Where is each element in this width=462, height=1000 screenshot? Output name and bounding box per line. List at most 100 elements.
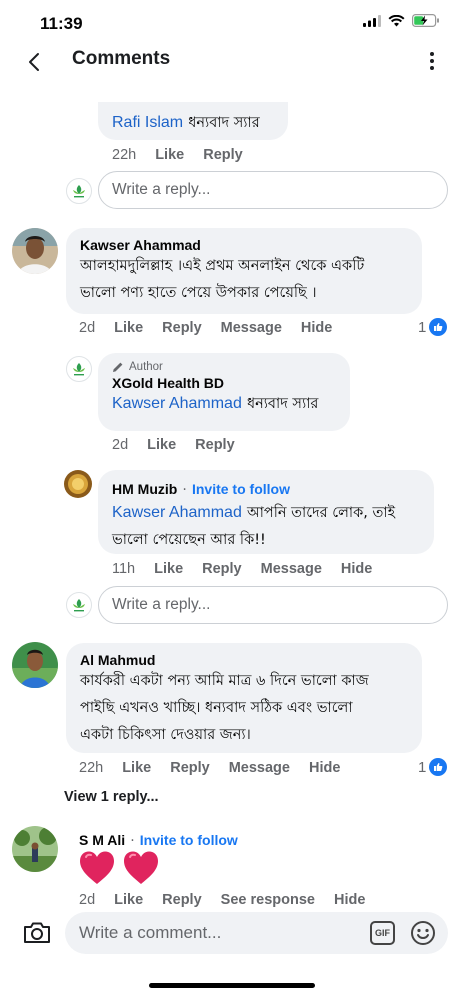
comment-text-line: আলহামদুলিল্লাহ ।এই প্রথম অনলাইন থেকে একট… <box>80 258 365 274</box>
thumbs-up-icon <box>429 318 448 336</box>
xgold-logo-icon <box>73 363 85 376</box>
comment-actions-al-mahmud: 22h Like Reply Message Hide <box>79 760 340 776</box>
comment-text-line: ভালো পণ্য হাতে পেয়ে উপকার পেয়েছি । <box>80 285 317 301</box>
like-button[interactable]: Like <box>147 437 176 453</box>
reply-button[interactable]: Reply <box>162 320 202 336</box>
commenter-header: HM Muzib · Invite to follow <box>112 479 420 498</box>
like-button[interactable]: Like <box>114 892 143 908</box>
heart-emojis <box>78 850 160 886</box>
reply-button[interactable]: Reply <box>203 147 243 163</box>
reply-button[interactable]: Reply <box>170 760 210 776</box>
invite-to-follow-link[interactable]: Invite to follow <box>140 832 238 848</box>
message-button[interactable]: Message <box>221 320 282 336</box>
message-button[interactable]: Message <box>261 561 322 577</box>
hide-button[interactable]: Hide <box>301 320 332 336</box>
separator-dot: · <box>182 482 187 498</box>
reply-button[interactable]: Reply <box>202 561 242 577</box>
comment-actions-kawser: 2d Like Reply Message Hide <box>79 320 332 336</box>
battery-charging-icon <box>412 14 439 27</box>
status-icons <box>363 14 440 27</box>
like-button[interactable]: Like <box>154 561 183 577</box>
message-button[interactable]: Message <box>229 760 290 776</box>
separator-dot: · <box>130 833 135 849</box>
page-avatar <box>66 592 92 618</box>
comment-text-body: আপনি তাদের লোক, তাই <box>246 505 396 521</box>
comment-text: ধন্যবাদ স্যার <box>188 115 260 131</box>
reply-placeholder: Write a reply... <box>112 596 211 613</box>
gif-button[interactable]: GIF <box>370 921 395 945</box>
comment-actions-sm-ali: 2d Like Reply See response Hide <box>79 892 365 908</box>
avatar-muzib[interactable] <box>64 470 92 498</box>
comment-text-line: কার্যকরী একটা পন্য আমি মাত্র ৬ দিনে ভালো… <box>80 673 369 689</box>
avatar-al-mahmud[interactable] <box>12 642 58 688</box>
comment-bubble-rafi[interactable]: Rafi Islam ধন্যবাদ স্যার <box>98 102 288 140</box>
reply-button[interactable]: Reply <box>162 892 202 908</box>
like-count-value: 1 <box>418 758 427 776</box>
commenter-name[interactable]: S M Ali <box>79 832 125 848</box>
chevron-left-icon <box>29 53 39 71</box>
thumbs-up-icon <box>429 758 448 776</box>
comment-text-line: একটা চিকিৎসা দেওয়ার জন্য। <box>80 727 251 743</box>
back-button[interactable] <box>20 48 48 76</box>
comment-time: 22h <box>112 147 137 163</box>
mention-link[interactable]: Kawser Ahammad <box>112 395 242 412</box>
comment-actions-xgold: 2d Like Reply <box>112 437 235 453</box>
comment-text-body: ধন্যবাদ স্যার <box>246 396 319 412</box>
comment-placeholder: Write a comment... <box>79 923 222 942</box>
more-options-button[interactable] <box>422 48 442 74</box>
commenter-header: S M Ali · Invite to follow <box>79 830 238 849</box>
like-count[interactable]: 1 <box>418 318 448 336</box>
hide-button[interactable]: Hide <box>309 760 340 776</box>
comment-bubble-xgold[interactable]: Author XGold Health BD Kawser Ahammad ধন… <box>98 353 350 431</box>
comment-bubble-muzib[interactable]: HM Muzib · Invite to follow Kawser Ahamm… <box>98 470 434 554</box>
reply-button[interactable]: Reply <box>195 437 235 453</box>
hide-button[interactable]: Hide <box>341 561 372 577</box>
hide-button[interactable]: Hide <box>334 892 365 908</box>
commenter-name[interactable]: Kawser Ahammad <box>80 237 408 253</box>
comment-text-line: পাইছি এখনও খাচ্ছি। ধন্যবাদ সঠিক এবং ভালো <box>80 700 353 716</box>
commenter-name[interactable]: Rafi Islam <box>112 114 183 131</box>
page-title: Comments <box>72 48 171 69</box>
reply-input[interactable]: Write a reply... <box>98 171 448 209</box>
status-time: 11:39 <box>40 14 83 33</box>
comment-time: 22h <box>79 760 104 776</box>
comment-bubble-kawser[interactable]: Kawser Ahammad আলহামদুলিল্লাহ ।এই প্রথম … <box>66 228 422 314</box>
like-button[interactable]: Like <box>114 320 143 336</box>
like-button[interactable]: Like <box>155 147 184 163</box>
comment-time: 2d <box>112 437 129 453</box>
comment-time: 11h <box>112 561 136 577</box>
comment-bubble-al-mahmud[interactable]: Al Mahmud কার্যকরী একটা পন্য আমি মাত্র ৬… <box>66 643 422 753</box>
emoji-button[interactable] <box>410 920 436 946</box>
reply-input[interactable]: Write a reply... <box>98 586 448 624</box>
camera-icon <box>24 922 50 943</box>
xgold-logo-icon <box>73 185 85 198</box>
comment-text: Kawser Ahammad ধন্যবাদ স্যার <box>112 391 336 418</box>
author-label: Author <box>129 361 163 373</box>
view-replies-link[interactable]: View 1 reply... <box>64 789 159 805</box>
page-avatar <box>66 178 92 204</box>
commenter-name[interactable]: XGold Health BD <box>112 375 336 391</box>
invite-to-follow-link[interactable]: Invite to follow <box>192 481 290 497</box>
mention-link[interactable]: Kawser Ahammad <box>112 504 242 521</box>
page-avatar[interactable] <box>66 356 92 382</box>
comment-text-line: ভালো পেয়েছেন আর কি!! <box>112 532 266 548</box>
signal-icon <box>363 14 381 27</box>
commenter-name[interactable]: HM Muzib <box>112 481 177 497</box>
avatar-sm-ali[interactable] <box>12 826 58 872</box>
like-count[interactable]: 1 <box>418 758 448 776</box>
comment-actions-rafi: 22h Like Reply <box>112 147 243 163</box>
like-count-value: 1 <box>418 318 427 336</box>
wifi-icon <box>388 14 405 26</box>
commenter-name[interactable]: Al Mahmud <box>80 652 408 668</box>
camera-button[interactable] <box>22 920 52 946</box>
avatar-kawser[interactable] <box>12 228 58 274</box>
heart-icon <box>80 851 114 884</box>
gif-icon: GIF <box>375 928 390 938</box>
comment-time: 2d <box>79 892 96 908</box>
reply-placeholder: Write a reply... <box>112 181 211 198</box>
heart-icon <box>124 851 158 884</box>
xgold-logo-icon <box>73 599 85 612</box>
like-button[interactable]: Like <box>122 760 151 776</box>
pencil-icon <box>113 362 123 372</box>
see-response-button[interactable]: See response <box>221 892 315 908</box>
